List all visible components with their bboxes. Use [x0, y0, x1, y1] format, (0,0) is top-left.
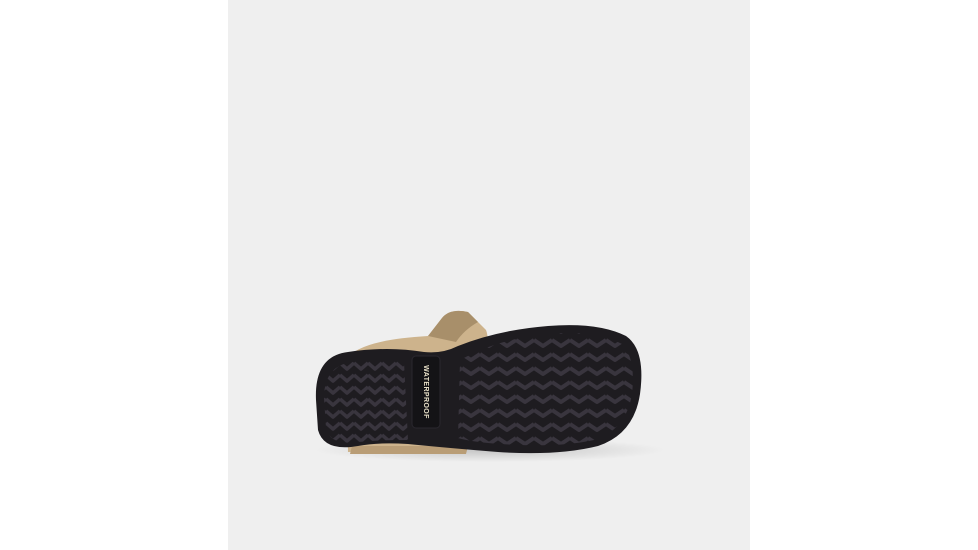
image-canvas: WATERPROOF — [0, 0, 978, 550]
waterproof-badge-text: WATERPROOF — [422, 365, 429, 419]
heel-tread — [324, 360, 408, 443]
badge-text-group: WATERPROOF — [422, 365, 429, 419]
boot-sole-photo: WATERPROOF — [315, 310, 665, 462]
forefoot-tread — [458, 333, 633, 446]
product-photo-panel: WATERPROOF — [228, 0, 750, 550]
